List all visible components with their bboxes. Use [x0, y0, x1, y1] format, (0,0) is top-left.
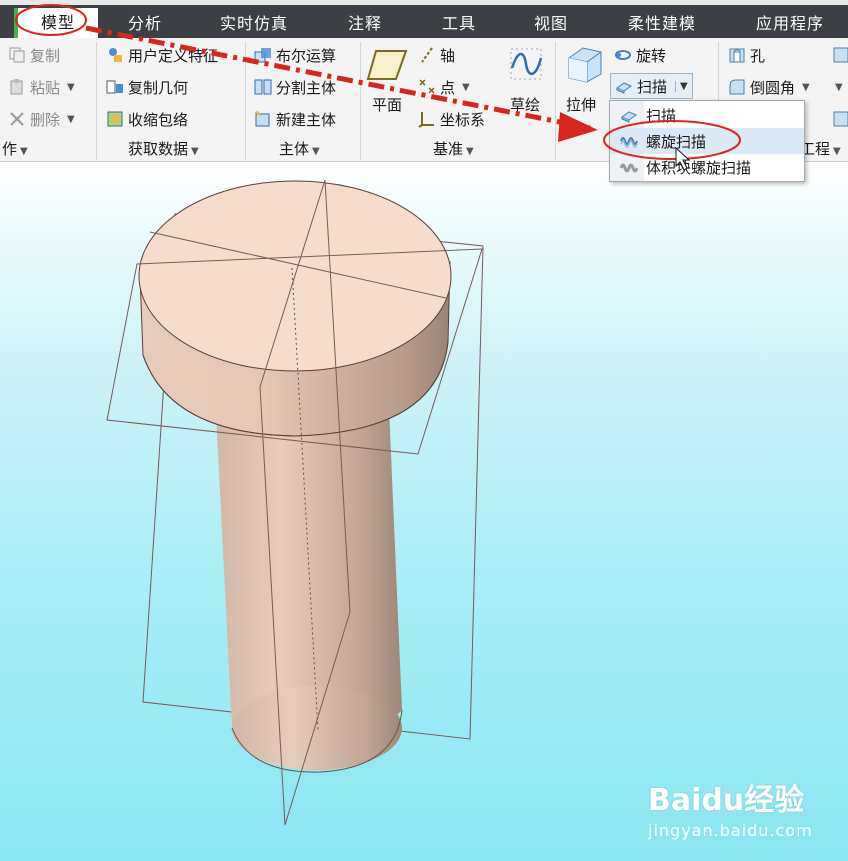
shrinkwrap-button[interactable]: 收缩包络: [106, 106, 188, 132]
chevron-down-icon: ▼: [67, 81, 75, 93]
group-label-body[interactable]: 主体 ▼: [279, 138, 320, 159]
delete-button[interactable]: 删除 ▼: [8, 106, 75, 132]
menu-item-helical-sweep[interactable]: 螺旋扫描: [610, 128, 804, 154]
menu-item-label: 扫描: [646, 106, 677, 125]
sketch-button[interactable]: 草绘: [510, 94, 540, 115]
close-icon: [10, 112, 24, 126]
draft-icon: [833, 47, 848, 63]
plane-button[interactable]: 平面: [372, 94, 402, 115]
copy-geometry-icon: [106, 80, 123, 94]
copy-label: 复制: [30, 46, 61, 65]
group-divider: [555, 42, 556, 160]
baidu-jingyan-watermark: Baidu经验 jingyan.baidu.com: [648, 775, 813, 840]
group-label-operations[interactable]: 作 ▼: [2, 138, 28, 159]
sweep-button[interactable]: 扫描 ▼: [610, 73, 693, 99]
point-button[interactable]: 点 ▼: [418, 74, 470, 100]
chevron-down-icon: ▼: [67, 113, 75, 125]
shrinkwrap-icon: [107, 111, 123, 127]
shrinkwrap-label: 收缩包络: [128, 110, 189, 129]
boolean-icon: [254, 48, 271, 63]
round-button[interactable]: 倒圆角 ▼: [728, 74, 810, 100]
split-body-label: 分割主体: [276, 78, 337, 97]
hole-label: 孔: [750, 46, 766, 65]
sweep-dropdown-toggle[interactable]: ▼: [675, 80, 688, 92]
sweep-icon: [615, 82, 633, 94]
tab-applications[interactable]: 应用程序: [756, 10, 824, 34]
sketch-icon[interactable]: [508, 46, 544, 82]
watermark-logo: Baidu经验: [648, 783, 805, 818]
axis-button[interactable]: 轴: [418, 42, 455, 68]
helical-sweep-icon: [620, 137, 638, 148]
volume-helical-sweep-icon: [620, 163, 638, 173]
chevron-down-icon: ▼: [462, 81, 470, 93]
csys-icon: [418, 112, 434, 128]
tab-simulation[interactable]: 实时仿真: [220, 10, 288, 34]
group-label-datum[interactable]: 基准 ▼: [433, 138, 474, 159]
sweep-dropdown-menu: 扫描 螺旋扫描 体积块螺旋扫描: [609, 100, 805, 182]
group-label-engineering[interactable]: 工程 ▼: [800, 138, 841, 159]
group-divider: [96, 42, 97, 160]
extrude-button[interactable]: 拉伸: [566, 94, 596, 115]
shell-icon: [833, 111, 848, 127]
tab-annotate[interactable]: 注释: [348, 10, 382, 34]
round-label: 倒圆角: [750, 78, 796, 97]
menu-item-label: 螺旋扫描: [646, 132, 707, 151]
point-icon: [419, 79, 435, 94]
menu-item-volume-helical-sweep[interactable]: 体积块螺旋扫描: [610, 154, 804, 180]
paste-button[interactable]: 粘贴 ▼: [8, 74, 75, 100]
revolve-button[interactable]: 旋转: [614, 42, 666, 68]
chevron-down-icon: ▼: [835, 81, 843, 93]
bolt-head[interactable]: [138, 180, 452, 437]
chevron-down-icon: ▼: [802, 81, 810, 93]
watermark-url: jingyan.baidu.com: [648, 821, 813, 840]
tab-flexible-modeling[interactable]: 柔性建模: [628, 10, 696, 34]
tab-analysis[interactable]: 分析: [128, 10, 162, 34]
ribbon-tab-bar: 模型 分析 实时仿真 注释 工具 视图 柔性建模 应用程序: [0, 0, 848, 38]
paste-icon: [10, 79, 23, 95]
csys-label: 坐标系: [440, 110, 486, 129]
plane-icon[interactable]: [366, 48, 408, 82]
axis-label: 轴: [440, 46, 456, 65]
copy-button[interactable]: 复制: [8, 42, 60, 68]
udf-label: 用户定义特征: [128, 46, 219, 65]
split-body-icon: [254, 79, 272, 95]
user-defined-feature-button[interactable]: 用户定义特征: [106, 42, 218, 68]
menu-item-sweep[interactable]: 扫描: [610, 102, 804, 128]
delete-label: 删除: [30, 110, 61, 129]
graphics-viewport[interactable]: [0, 162, 848, 861]
copy-geometry-label: 复制几何: [128, 78, 189, 97]
draft-button[interactable]: [832, 42, 848, 68]
extrude-icon[interactable]: [563, 44, 605, 84]
boolean-operation-button[interactable]: 布尔运算: [254, 42, 336, 68]
round-icon: [729, 79, 745, 95]
revolve-label: 旋转: [636, 46, 667, 65]
copy-icon: [9, 47, 25, 63]
chamfer-button[interactable]: ▼: [832, 74, 843, 100]
boolean-label: 布尔运算: [276, 46, 337, 65]
new-body-label: 新建主体: [276, 110, 337, 129]
group-label-get-data[interactable]: 获取数据 ▼: [128, 138, 199, 159]
sweep-icon: [620, 111, 638, 123]
tab-model[interactable]: 模型: [14, 8, 98, 38]
group-divider: [360, 42, 361, 160]
new-body-button[interactable]: 新建主体: [254, 106, 336, 132]
hole-icon: [729, 48, 745, 63]
hole-button[interactable]: 孔: [728, 42, 765, 68]
tab-tools[interactable]: 工具: [442, 10, 476, 34]
tab-view[interactable]: 视图: [534, 10, 568, 34]
point-label: 点: [440, 78, 456, 97]
group-divider: [245, 42, 246, 160]
new-body-icon: [255, 110, 270, 127]
user-feature-icon: [109, 48, 122, 62]
coordinate-system-button[interactable]: 坐标系: [418, 106, 485, 132]
shell-button[interactable]: [832, 106, 848, 132]
revolve-icon: [615, 50, 631, 60]
axis-icon: [421, 47, 433, 63]
paste-label: 粘贴: [30, 78, 61, 97]
copy-geometry-button[interactable]: 复制几何: [106, 74, 188, 100]
menu-item-label: 体积块螺旋扫描: [646, 158, 752, 177]
sweep-label: 扫描: [637, 77, 668, 96]
split-body-button[interactable]: 分割主体: [254, 74, 336, 100]
model-render: [106, 179, 484, 826]
